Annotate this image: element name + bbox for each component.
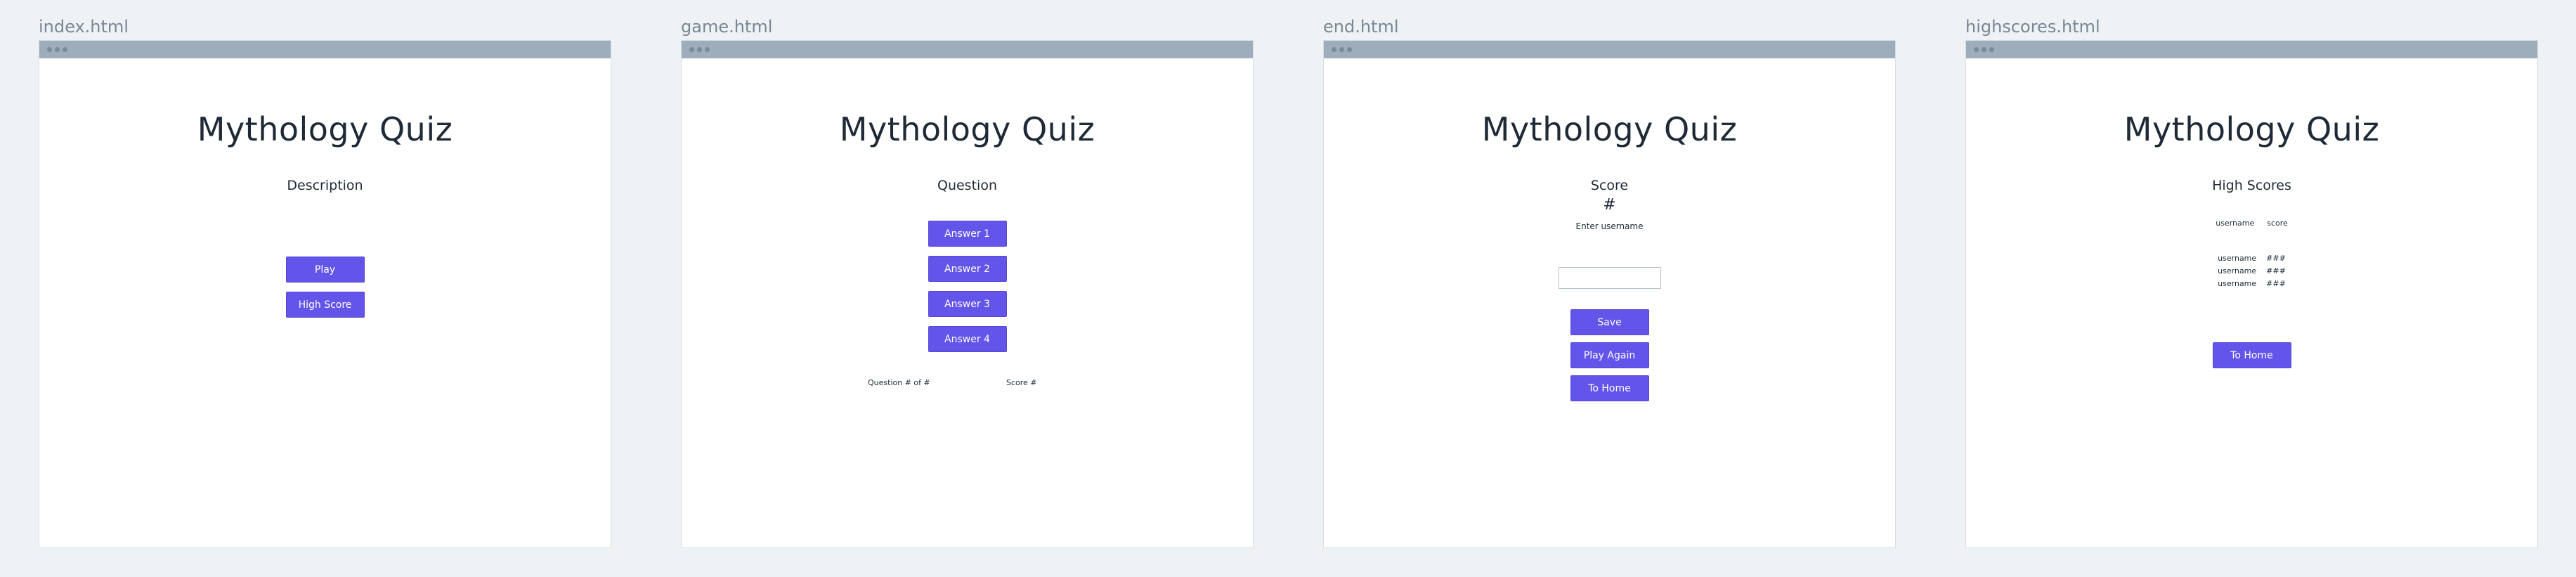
window-titlebar bbox=[39, 41, 611, 58]
row-username: username bbox=[2218, 254, 2257, 263]
page-title: Mythology Quiz bbox=[197, 110, 453, 148]
window-titlebar bbox=[682, 41, 1253, 58]
frame-label-highscores: highscores.html bbox=[1965, 17, 2100, 37]
answer-4-button[interactable]: Answer 4 bbox=[928, 326, 1007, 352]
answer-1-button[interactable]: Answer 1 bbox=[928, 221, 1007, 247]
final-score-value: # bbox=[1603, 196, 1616, 214]
page-title: Mythology Quiz bbox=[2123, 110, 2380, 148]
window-titlebar bbox=[1324, 41, 1895, 58]
high-score-button[interactable]: High Score bbox=[285, 292, 365, 318]
play-button[interactable]: Play bbox=[285, 257, 365, 283]
answer-3-button[interactable]: Answer 3 bbox=[928, 291, 1007, 317]
to-home-button[interactable]: To Home bbox=[1570, 375, 1649, 401]
window-dot-icon bbox=[63, 47, 67, 52]
window-dot-icon bbox=[1989, 47, 1994, 52]
page-title: Mythology Quiz bbox=[1481, 110, 1738, 148]
window-titlebar bbox=[1966, 41, 2537, 58]
scores-table-header: username score bbox=[2216, 217, 2288, 230]
window-index: Mythology Quiz Description Play High Sco… bbox=[39, 40, 611, 548]
window-dot-icon bbox=[1332, 47, 1336, 52]
high-scores-heading: High Scores bbox=[2212, 178, 2291, 193]
window-dot-icon bbox=[689, 47, 694, 52]
window-dot-icon bbox=[1974, 47, 1979, 52]
window-dot-icon bbox=[1982, 47, 1986, 52]
score-heading: Score bbox=[1590, 178, 1629, 193]
question-text: Question bbox=[937, 178, 997, 193]
frame-label-index: index.html bbox=[39, 17, 129, 37]
column-header-username: username bbox=[2216, 219, 2255, 228]
window-dot-icon bbox=[697, 47, 702, 52]
row-username: username bbox=[2218, 279, 2257, 288]
frame-label-game: game.html bbox=[681, 17, 773, 37]
answer-2-button[interactable]: Answer 2 bbox=[928, 256, 1007, 282]
window-highscores: Mythology Quiz High Scores username scor… bbox=[1965, 40, 2538, 548]
row-score: ### bbox=[2266, 254, 2286, 263]
enter-username-label: Enter username bbox=[1575, 221, 1644, 231]
scores-table: username ### username ### username ### bbox=[2218, 252, 2286, 290]
description-text: Description bbox=[287, 178, 363, 193]
score-text: Score # bbox=[1006, 378, 1037, 387]
table-row: username ### bbox=[2218, 278, 2286, 290]
column-header-score: score bbox=[2267, 219, 2288, 228]
question-progress-text: Question # of # bbox=[868, 378, 930, 387]
to-home-button[interactable]: To Home bbox=[2212, 342, 2291, 368]
window-dot-icon bbox=[1347, 47, 1352, 52]
window-dot-icon bbox=[55, 47, 60, 52]
table-row: username ### bbox=[2218, 265, 2286, 278]
frame-label-end: end.html bbox=[1323, 17, 1399, 37]
window-dot-icon bbox=[1339, 47, 1344, 52]
table-row: username ### bbox=[2218, 252, 2286, 265]
save-button[interactable]: Save bbox=[1570, 309, 1649, 335]
row-score: ### bbox=[2266, 279, 2286, 288]
window-end: Mythology Quiz Score # Enter username Sa… bbox=[1323, 40, 1896, 548]
page-title: Mythology Quiz bbox=[839, 110, 1095, 148]
play-again-button[interactable]: Play Again bbox=[1570, 342, 1649, 368]
window-game: Mythology Quiz Question Answer 1 Answer … bbox=[681, 40, 1254, 548]
row-username: username bbox=[2218, 266, 2257, 275]
window-dot-icon bbox=[705, 47, 710, 52]
username-input[interactable] bbox=[1558, 267, 1661, 289]
row-score: ### bbox=[2266, 266, 2286, 275]
window-dot-icon bbox=[47, 47, 52, 52]
